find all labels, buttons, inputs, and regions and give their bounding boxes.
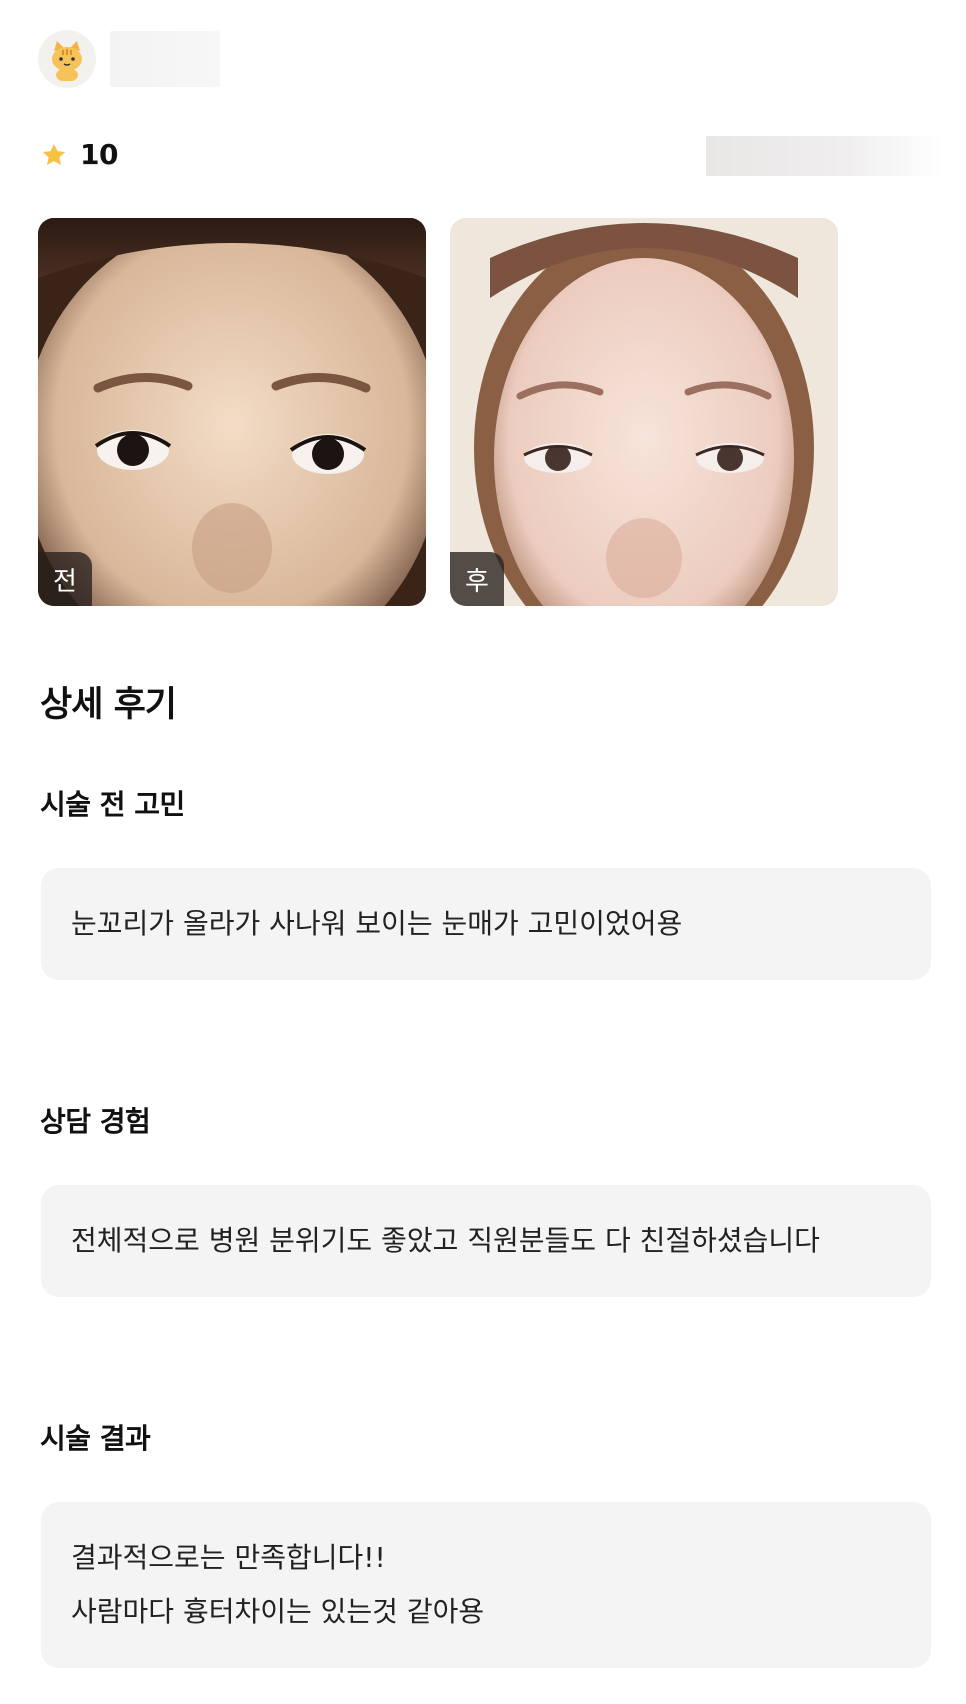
- section-heading-consult: 상담 경험: [40, 1105, 151, 1138]
- section-box-concern: 눈꼬리가 올라가 사나워 보이는 눈매가 고민이었어용: [41, 868, 931, 980]
- detail-review-title: 상세 후기: [40, 685, 177, 725]
- section-box-consult: 전체적으로 병원 분위기도 좋았고 직원분들도 다 친절하셨습니다: [41, 1185, 931, 1297]
- username-blurred: [110, 31, 220, 87]
- before-photo[interactable]: 전: [38, 218, 426, 606]
- before-tag: 전: [38, 552, 92, 606]
- section-text: 결과적으로는 만족합니다!!: [71, 1541, 386, 1574]
- after-photo[interactable]: 후: [450, 218, 838, 606]
- after-tag: 후: [450, 552, 504, 606]
- before-after-photos: 전 후: [38, 218, 838, 606]
- section-heading-result: 시술 결과: [40, 1422, 151, 1455]
- cat-avatar-icon[interactable]: [38, 30, 96, 88]
- rating-value: 10: [80, 138, 118, 171]
- section-heading-concern: 시술 전 고민: [40, 788, 185, 821]
- section-text: 눈꼬리가 올라가 사나워 보이는 눈매가 고민이었어용: [71, 907, 683, 940]
- date-blurred: [706, 136, 942, 176]
- review-header: [38, 30, 220, 88]
- section-box-result: 결과적으로는 만족합니다!! 사람마다 흉터차이는 있는것 같아용: [41, 1502, 931, 1668]
- section-text: 전체적으로 병원 분위기도 좋았고 직원분들도 다 친절하셨습니다: [71, 1224, 820, 1257]
- star-icon: [42, 143, 66, 165]
- section-text: 사람마다 흉터차이는 있는것 같아용: [71, 1595, 485, 1628]
- rating: 10: [40, 138, 118, 171]
